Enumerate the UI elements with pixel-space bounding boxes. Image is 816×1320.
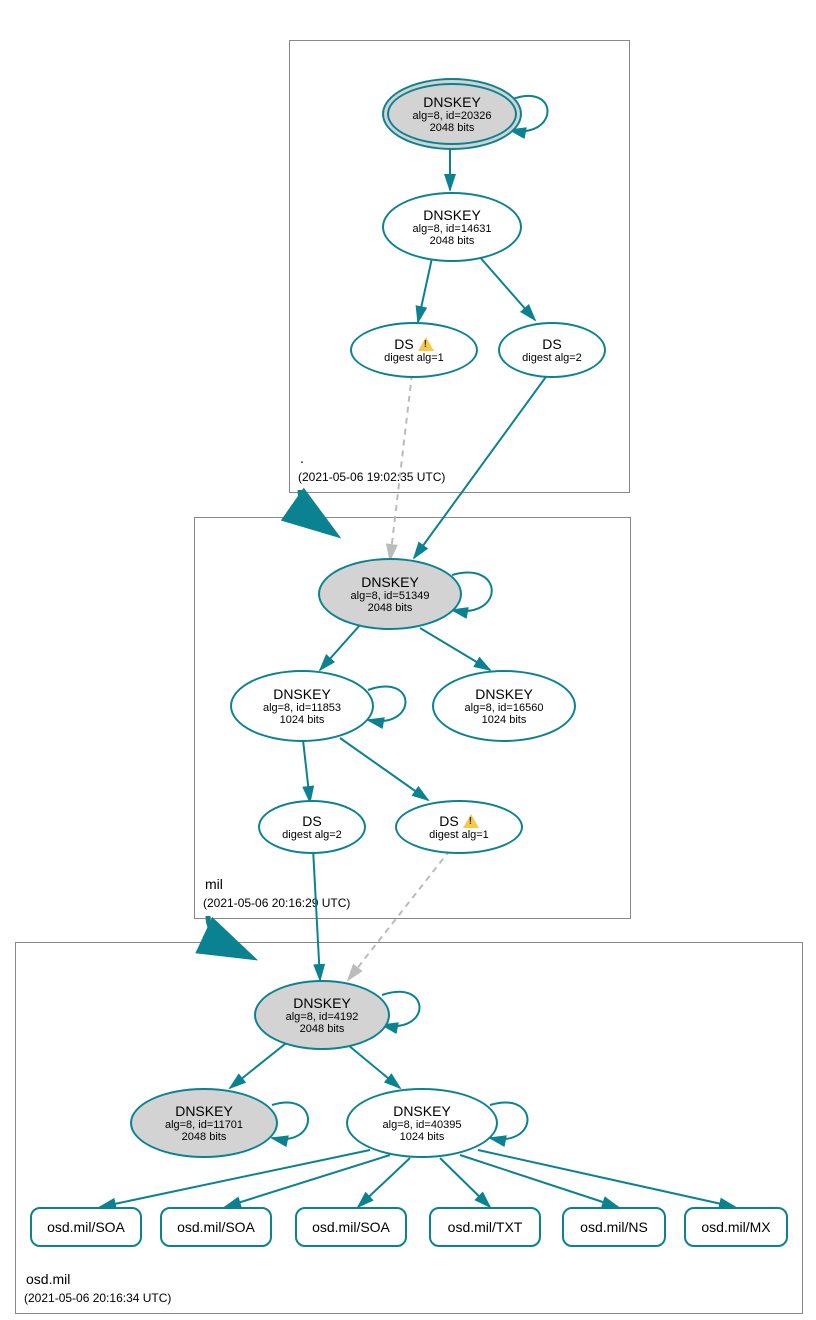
label: osd.mil/SOA [312, 1219, 390, 1235]
label: osd.mil/TXT [448, 1219, 523, 1235]
dnskey-mil-11853: DNSKEY alg=8, id=11853 1024 bits [230, 670, 374, 742]
label: DNSKEY [475, 686, 533, 702]
label: DNSKEY [423, 207, 481, 223]
dnskey-osd-ksk: DNSKEY alg=8, id=4192 2048 bits [254, 980, 390, 1050]
rr-txt: osd.mil/TXT [429, 1207, 541, 1247]
dnskey-osd-zsk: DNSKEY alg=8, id=40395 1024 bits [346, 1088, 498, 1158]
dnskey-root-zsk: DNSKEY alg=8, id=14631 2048 bits [382, 192, 522, 262]
zone-osd-ts: (2021-05-06 20:16:34 UTC) [24, 1291, 171, 1305]
zone-root-name: . [300, 450, 304, 466]
zone-mil-name: mil [205, 876, 223, 892]
alg: alg=8, id=14631 [413, 223, 492, 235]
digest: digest alg=2 [282, 829, 342, 841]
zone-mil-ts: (2021-05-06 20:16:29 UTC) [203, 896, 350, 910]
zone-root-ts: (2021-05-06 19:02:35 UTC) [298, 470, 445, 484]
rr-soa-2: osd.mil/SOA [160, 1207, 272, 1247]
dnskey-mil-16560: DNSKEY alg=8, id=16560 1024 bits [432, 670, 576, 742]
alg: alg=8, id=11701 [165, 1119, 243, 1131]
label: DS [302, 813, 321, 829]
label: DNSKEY [423, 94, 481, 110]
zone-osd-name: osd.mil [26, 1271, 70, 1287]
label: DNSKEY [361, 574, 419, 590]
label: DNSKEY [393, 1103, 451, 1119]
alg: alg=8, id=20326 [413, 110, 492, 122]
alg: alg=8, id=40395 [383, 1119, 462, 1131]
bits: 2048 bits [182, 1131, 227, 1143]
bits: 2048 bits [430, 235, 475, 247]
bits: 1024 bits [280, 714, 325, 726]
label: osd.mil/MX [701, 1219, 770, 1235]
label: DS [394, 336, 413, 352]
bits: 1024 bits [482, 714, 527, 726]
label: osd.mil/SOA [47, 1219, 125, 1235]
ds-mil-alg1: DS digest alg=1 [395, 800, 523, 854]
bits: 2048 bits [430, 122, 475, 134]
rr-ns: osd.mil/NS [562, 1207, 666, 1247]
ds-mil-alg2: DS digest alg=2 [258, 800, 366, 854]
ds-root-alg1: DS digest alg=1 [350, 322, 478, 378]
label: DNSKEY [273, 686, 331, 702]
alg: alg=8, id=11853 [263, 702, 341, 714]
bits: 2048 bits [368, 602, 413, 614]
label: osd.mil/NS [580, 1219, 648, 1235]
rr-soa-1: osd.mil/SOA [30, 1207, 142, 1247]
warning-icon [418, 337, 434, 351]
digest: digest alg=2 [522, 352, 582, 364]
label: DS [439, 813, 458, 829]
bits: 2048 bits [300, 1023, 345, 1035]
digest: digest alg=1 [429, 829, 489, 841]
alg: alg=8, id=51349 [351, 590, 430, 602]
bits: 1024 bits [400, 1131, 445, 1143]
dnskey-osd-11701: DNSKEY alg=8, id=11701 2048 bits [130, 1088, 278, 1158]
dnskey-mil-ksk: DNSKEY alg=8, id=51349 2048 bits [318, 558, 462, 630]
alg: alg=8, id=4192 [286, 1011, 359, 1023]
warning-icon [463, 814, 479, 828]
label: osd.mil/SOA [177, 1219, 255, 1235]
rr-soa-3: osd.mil/SOA [295, 1207, 407, 1247]
ds-root-alg2: DS digest alg=2 [498, 322, 606, 378]
label: DNSKEY [175, 1103, 233, 1119]
label: DS [542, 336, 561, 352]
dnskey-root-ksk: DNSKEY alg=8, id=20326 2048 bits [382, 78, 522, 150]
label: DNSKEY [293, 995, 351, 1011]
alg: alg=8, id=16560 [465, 702, 544, 714]
digest: digest alg=1 [384, 352, 444, 364]
rr-mx: osd.mil/MX [684, 1207, 788, 1247]
